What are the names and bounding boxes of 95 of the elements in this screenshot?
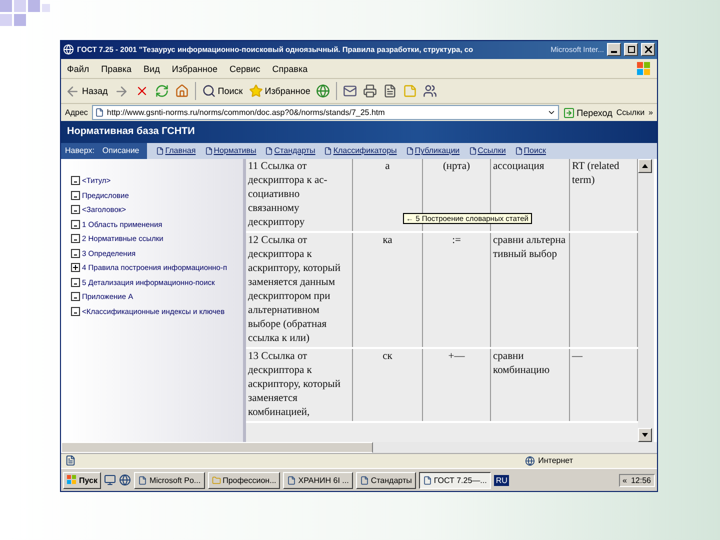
nav-link[interactable]: Описание — [102, 146, 140, 156]
status-zone: Интернет — [525, 456, 573, 466]
search-icon — [202, 84, 216, 98]
clock: 12:56 — [630, 476, 651, 485]
favorites-button[interactable]: Избранное — [248, 84, 310, 98]
page-icon — [514, 146, 523, 155]
table-cell: ск — [353, 348, 423, 421]
start-button[interactable]: Пуск — [63, 472, 102, 489]
taskbar-button[interactable]: Стандарты — [356, 472, 416, 489]
table-cell: сравни альтерна тивный выбор — [491, 232, 570, 347]
page-icon — [287, 476, 296, 485]
page-icon — [265, 146, 274, 155]
table-cell: 12 Ссылка от дескриптора к аскриптору, который заменяется данным дескриптором при альтернативном выборе (обратная ссылка к или) — [246, 232, 353, 347]
refresh-icon — [154, 84, 169, 98]
taskbar-button[interactable]: Microsoft Po... — [134, 472, 205, 489]
table-cell: ка — [353, 232, 423, 347]
back-button[interactable]: Назад — [65, 84, 108, 99]
nav-link[interactable]: Ссылки — [468, 146, 506, 156]
maximize-icon — [628, 46, 634, 54]
desktop-icon[interactable] — [104, 474, 116, 486]
table-cell: сравни комбинацию — [491, 348, 570, 421]
nav-link[interactable]: Публикации — [406, 146, 460, 156]
forward-button[interactable] — [114, 84, 129, 99]
links-label[interactable]: Ссылки — [616, 108, 645, 117]
close-icon — [644, 46, 652, 54]
people-icon — [423, 84, 438, 98]
menu-item[interactable]: Сервис — [229, 64, 260, 74]
go-button[interactable]: Переход — [562, 106, 612, 118]
home-icon — [174, 84, 189, 98]
dropdown-icon — [546, 108, 556, 117]
tray-toggle[interactable]: « — [622, 476, 627, 485]
search-button[interactable]: Поиск — [202, 84, 243, 98]
refresh-button[interactable] — [154, 84, 169, 98]
nav-link[interactable]: Наверх: — [65, 146, 94, 156]
mail-button[interactable] — [343, 84, 358, 98]
minimize-button[interactable] — [607, 43, 621, 56]
page-icon — [406, 146, 414, 155]
horizontal-scrollbar[interactable] — [61, 442, 657, 453]
page-icon — [156, 146, 164, 155]
nav-link[interactable]: Стандарты — [265, 146, 316, 156]
document-icon — [65, 455, 76, 466]
address-field[interactable]: http://www.gsnti-norms.ru/norms/common/doc.asp?0&/norms/stands/7_25.htm — [92, 105, 559, 120]
menu-item[interactable]: Вид — [144, 64, 160, 74]
media-button[interactable] — [316, 84, 330, 98]
page-icon — [422, 476, 432, 485]
windows-logo-icon — [637, 62, 651, 76]
home-button[interactable] — [174, 84, 189, 98]
scroll-up-button[interactable] — [638, 158, 652, 173]
more-links[interactable]: » — [648, 108, 653, 117]
mail-icon — [343, 84, 358, 98]
document-icon — [383, 84, 398, 98]
page-icon — [468, 146, 477, 155]
star-icon — [248, 84, 263, 98]
folder-icon — [212, 476, 221, 485]
nav-link[interactable]: Поиск — [514, 146, 546, 156]
note-icon — [403, 84, 418, 98]
print-button[interactable] — [363, 84, 378, 98]
messenger-button[interactable] — [423, 84, 438, 98]
down-triangle-icon — [642, 432, 648, 437]
nav-link[interactable]: Главная — [156, 146, 196, 156]
table-cell: := — [423, 232, 491, 347]
menu-item[interactable]: Избранное — [172, 64, 218, 74]
nav-link[interactable]: Нормативы — [204, 146, 256, 156]
language-indicator[interactable]: RU — [494, 474, 510, 486]
taskbar-button[interactable]: Профессион... — [208, 472, 280, 489]
menu-item[interactable]: Справка — [272, 64, 308, 74]
table-cell: 11 Ссылка от дескриптора к ас-социативно связанному дескриптору — [246, 158, 353, 231]
scroll-down-button[interactable] — [638, 428, 652, 442]
maximize-button[interactable] — [624, 43, 638, 56]
taskbar-button[interactable]: ХРАНИН 6I ... — [283, 472, 353, 489]
site-title: Нормативная база ГСНТИ — [67, 126, 195, 138]
taskbar-button[interactable]: ГОСТ 7.25—... — [418, 472, 491, 489]
globe-icon — [63, 44, 74, 56]
page-icon — [360, 476, 369, 485]
page-icon — [324, 146, 332, 155]
table-cell: 13 Ссылка от дескриптора к аскриптору, который заменяется комбинацией, — [246, 348, 353, 421]
up-triangle-icon — [642, 164, 648, 168]
address-label: Адрес — [65, 108, 88, 117]
globe-icon[interactable] — [119, 474, 132, 486]
close-button[interactable] — [641, 43, 655, 56]
scrollbar-thumb[interactable] — [61, 442, 373, 453]
page-icon — [138, 476, 148, 485]
globe-icon — [525, 456, 536, 466]
printer-icon — [363, 84, 378, 98]
windows-logo-icon — [67, 475, 77, 486]
page-icon — [204, 146, 213, 155]
menu-item[interactable]: Правка — [101, 64, 132, 74]
vertical-scrollbar[interactable] — [638, 158, 654, 442]
table-cell: +— — [423, 348, 491, 421]
right-arrow-icon — [114, 84, 129, 99]
menu-item[interactable]: Файл — [67, 64, 90, 74]
globe-icon — [316, 84, 330, 98]
nav-link[interactable]: Классификаторы — [324, 146, 397, 156]
edit-button[interactable] — [383, 84, 398, 98]
page-icon — [94, 108, 104, 117]
